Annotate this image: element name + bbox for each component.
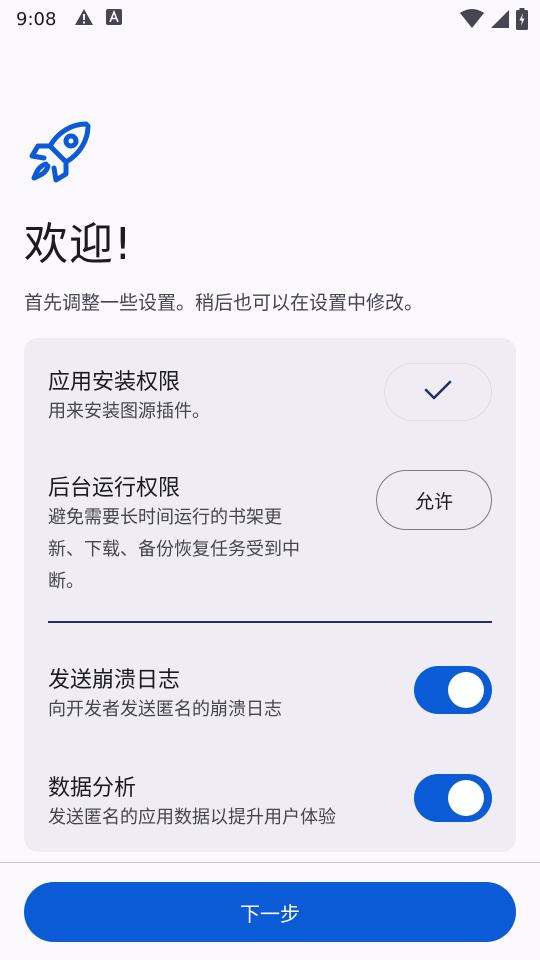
toggle-knob [448, 780, 484, 816]
status-notification-icons [74, 8, 123, 30]
wifi-icon [460, 9, 484, 33]
footer-divider [0, 862, 540, 863]
analytics-toggle[interactable] [414, 774, 492, 822]
status-time: 9:08 [16, 8, 57, 30]
install-permission-title: 应用安装权限 [48, 370, 181, 395]
warning-icon [74, 8, 94, 30]
rocket-icon [28, 120, 92, 184]
page-subtitle: 首先调整一些设置。稍后也可以在设置中修改。 [24, 292, 424, 314]
background-permission-desc-line3: 断。 [48, 571, 84, 592]
signal-icon [490, 9, 510, 33]
install-permission-granted-button[interactable] [384, 363, 492, 421]
next-button[interactable]: 下一步 [24, 882, 516, 942]
status-bar: 9:08 [0, 0, 540, 38]
install-permission-desc: 用来安装图源插件。 [48, 401, 210, 422]
settings-card: 应用安装权限 用来安装图源插件。 后台运行权限 避免需要长时间运行的书架更 新、… [24, 338, 516, 852]
battery-icon [516, 8, 528, 34]
analytics-title: 数据分析 [48, 776, 137, 801]
crash-log-desc: 向开发者发送匿名的崩溃日志 [48, 699, 282, 720]
page-title: 欢迎! [24, 219, 133, 270]
crash-log-toggle[interactable] [414, 666, 492, 714]
section-divider [48, 621, 492, 623]
check-icon [424, 379, 452, 405]
crash-log-title: 发送崩溃日志 [48, 668, 181, 693]
status-system-icons [460, 8, 528, 34]
analytics-desc: 发送匿名的应用数据以提升用户体验 [48, 807, 336, 828]
allow-background-button[interactable]: 允许 [376, 470, 492, 530]
background-permission-desc-line1: 避免需要长时间运行的书架更 [48, 507, 282, 528]
background-permission-desc-line2: 新、下载、备份恢复任务受到中 [48, 539, 300, 560]
background-permission-title: 后台运行权限 [48, 476, 181, 501]
font-a-icon [106, 9, 123, 29]
toggle-knob [448, 672, 484, 708]
